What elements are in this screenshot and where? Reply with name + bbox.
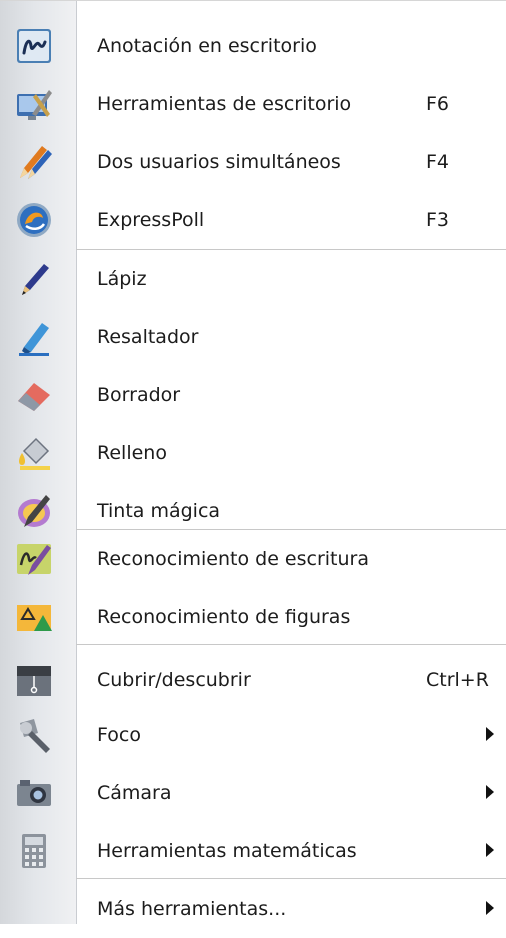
expresspoll-icon	[14, 200, 54, 240]
shortcut-text: F6	[426, 93, 450, 115]
menu-item-fill[interactable]: Relleno	[0, 424, 506, 482]
magic-ink-icon	[14, 491, 54, 531]
menu-item-label: Más herramientas...	[97, 898, 287, 920]
eraser-icon	[14, 375, 54, 415]
menu-separator	[76, 644, 506, 645]
menu-item-desktop-annotation[interactable]: Anotación en escritorio	[0, 17, 506, 75]
highlighter-icon	[14, 317, 54, 357]
tools-context-menu: Anotación en escritorio Herramientas de …	[0, 0, 506, 924]
menu-item-shape-recognition[interactable]: Reconocimiento de figuras	[0, 588, 506, 646]
menu-item-camera[interactable]: Cámara	[0, 764, 506, 822]
menu-item-label: Herramientas matemáticas	[97, 840, 357, 862]
shortcut-text: F4	[426, 151, 450, 173]
menu-item-expresspoll[interactable]: ExpressPoll F3	[0, 191, 506, 249]
menu-item-pen[interactable]: Lápiz	[0, 250, 506, 308]
camera-icon	[14, 773, 54, 813]
menu-item-label: Reconocimiento de figuras	[97, 606, 351, 628]
desktop-tools-icon	[14, 84, 54, 124]
submenu-arrow-icon	[486, 843, 494, 857]
fill-bucket-icon	[14, 433, 54, 473]
shortcut-text: F3	[426, 209, 450, 231]
menu-item-label: Reconocimiento de escritura	[97, 548, 369, 570]
menu-item-label: Cubrir/descubrir	[97, 669, 251, 691]
desktop-annotation-icon	[14, 26, 54, 66]
menu-item-label: Borrador	[97, 384, 181, 406]
menu-item-math-tools[interactable]: Herramientas matemáticas	[0, 822, 506, 880]
menu-item-highlighter[interactable]: Resaltador	[0, 308, 506, 366]
submenu-arrow-icon	[486, 785, 494, 799]
menu-item-label: Anotación en escritorio	[97, 35, 317, 57]
menu-item-label: Relleno	[97, 442, 167, 464]
menu-item-desktop-tools[interactable]: Herramientas de escritorio F6	[0, 75, 506, 133]
calculator-icon	[14, 831, 54, 871]
menu-item-eraser[interactable]: Borrador	[0, 366, 506, 424]
menu-item-label: Resaltador	[97, 326, 199, 348]
dual-user-pens-icon	[14, 142, 54, 182]
handwriting-recognition-icon	[14, 539, 54, 579]
menu-item-label: Foco	[97, 724, 141, 746]
shortcut-text: Ctrl+R	[426, 669, 489, 691]
spotlight-icon	[14, 715, 54, 755]
menu-item-label: Dos usuarios simultáneos	[97, 151, 341, 173]
menu-item-spotlight[interactable]: Foco	[0, 706, 506, 764]
pen-icon	[14, 259, 54, 299]
menu-item-label: ExpressPoll	[97, 209, 205, 231]
menu-item-label: Herramientas de escritorio	[97, 93, 352, 115]
menu-item-reveal[interactable]: Cubrir/descubrir Ctrl+R	[0, 651, 506, 709]
menu-item-handwriting-recognition[interactable]: Reconocimiento de escritura	[0, 530, 506, 588]
menu-item-more-tools[interactable]: Más herramientas...	[0, 880, 506, 938]
menu-item-dual-user[interactable]: Dos usuarios simultáneos F4	[0, 133, 506, 191]
shape-recognition-icon	[14, 597, 54, 637]
menu-item-label: Lápiz	[97, 268, 147, 290]
submenu-arrow-icon	[486, 727, 494, 741]
reveal-blind-icon	[14, 660, 54, 700]
submenu-arrow-icon	[486, 901, 494, 915]
menu-item-label: Cámara	[97, 782, 172, 804]
menu-separator	[76, 878, 506, 879]
